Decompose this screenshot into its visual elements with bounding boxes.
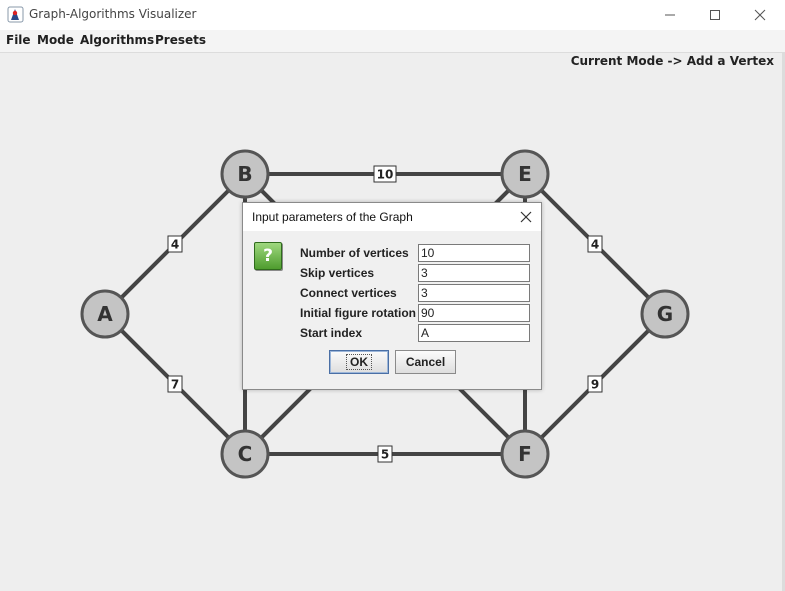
minimize-icon bbox=[665, 14, 675, 16]
menu-presets[interactable]: Presets bbox=[155, 33, 206, 47]
vertex-label: A bbox=[97, 302, 113, 326]
maximize-button[interactable] bbox=[692, 0, 738, 30]
current-mode-label: Current Mode -> Add a Vertex bbox=[570, 54, 774, 68]
vertex-A[interactable]: A bbox=[80, 289, 130, 339]
maximize-icon bbox=[710, 10, 720, 20]
window-title: Graph-Algorithms Visualizer bbox=[29, 7, 197, 21]
vertex-E[interactable]: E bbox=[500, 149, 550, 199]
close-icon bbox=[754, 9, 766, 21]
edge-weight-C-F: 5 bbox=[377, 445, 393, 463]
minimize-button[interactable] bbox=[647, 0, 693, 30]
graph-parameters-dialog: Input parameters of the Graph ? Number o… bbox=[242, 202, 542, 390]
edge-weight-text: 4 bbox=[171, 238, 179, 252]
window-titlebar: Graph-Algorithms Visualizer bbox=[0, 0, 785, 30]
number-of-vertices-input[interactable] bbox=[418, 244, 530, 262]
close-icon[interactable] bbox=[517, 208, 535, 226]
skip-vertices-input[interactable] bbox=[418, 264, 530, 282]
initial-rotation-label: Initial figure rotation bbox=[300, 306, 416, 320]
menu-bar: File Mode Algorithms Presets bbox=[0, 30, 785, 53]
edge-weight-text: 9 bbox=[591, 378, 599, 392]
edge-weight-A-C: 7 bbox=[167, 375, 183, 393]
vertex-label: E bbox=[518, 162, 532, 186]
ok-button[interactable]: OK bbox=[329, 350, 389, 374]
vertex-label: B bbox=[237, 162, 252, 186]
menu-file[interactable]: File bbox=[6, 33, 31, 47]
edge-weight-E-G: 4 bbox=[587, 235, 603, 253]
ok-button-label: OK bbox=[346, 354, 372, 370]
connect-vertices-label: Connect vertices bbox=[300, 286, 397, 300]
menu-algorithms[interactable]: Algorithms bbox=[80, 33, 154, 47]
vertex-F[interactable]: F bbox=[500, 429, 550, 479]
vertex-C[interactable]: C bbox=[220, 429, 270, 479]
dialog-title: Input parameters of the Graph bbox=[252, 210, 413, 224]
question-icon: ? bbox=[254, 242, 282, 270]
edge-weight-B-E: 10 bbox=[373, 165, 397, 183]
dialog-titlebar: Input parameters of the Graph bbox=[243, 203, 541, 231]
initial-rotation-input[interactable] bbox=[418, 304, 530, 322]
skip-vertices-label: Skip vertices bbox=[300, 266, 375, 280]
vertex-label: F bbox=[518, 442, 532, 466]
start-index-input[interactable] bbox=[418, 324, 530, 342]
close-button[interactable] bbox=[737, 0, 783, 30]
vertex-label: G bbox=[657, 302, 673, 326]
edge-weight-F-G: 9 bbox=[587, 375, 603, 393]
menu-mode[interactable]: Mode bbox=[37, 33, 74, 47]
vertex-label: C bbox=[238, 442, 253, 466]
edge-weight-A-B: 4 bbox=[167, 235, 183, 253]
edge-weight-text: 7 bbox=[171, 378, 179, 392]
vertex-B[interactable]: B bbox=[220, 149, 270, 199]
connect-vertices-input[interactable] bbox=[418, 284, 530, 302]
duke-java-icon bbox=[7, 6, 24, 23]
vertex-G[interactable]: G bbox=[640, 289, 690, 339]
start-index-label: Start index bbox=[300, 326, 363, 340]
number-of-vertices-label: Number of vertices bbox=[300, 246, 409, 260]
cancel-button[interactable]: Cancel bbox=[395, 350, 456, 374]
edge-weight-text: 4 bbox=[591, 238, 599, 252]
edge-weight-text: 10 bbox=[377, 168, 394, 182]
edge-weight-text: 5 bbox=[381, 448, 389, 462]
